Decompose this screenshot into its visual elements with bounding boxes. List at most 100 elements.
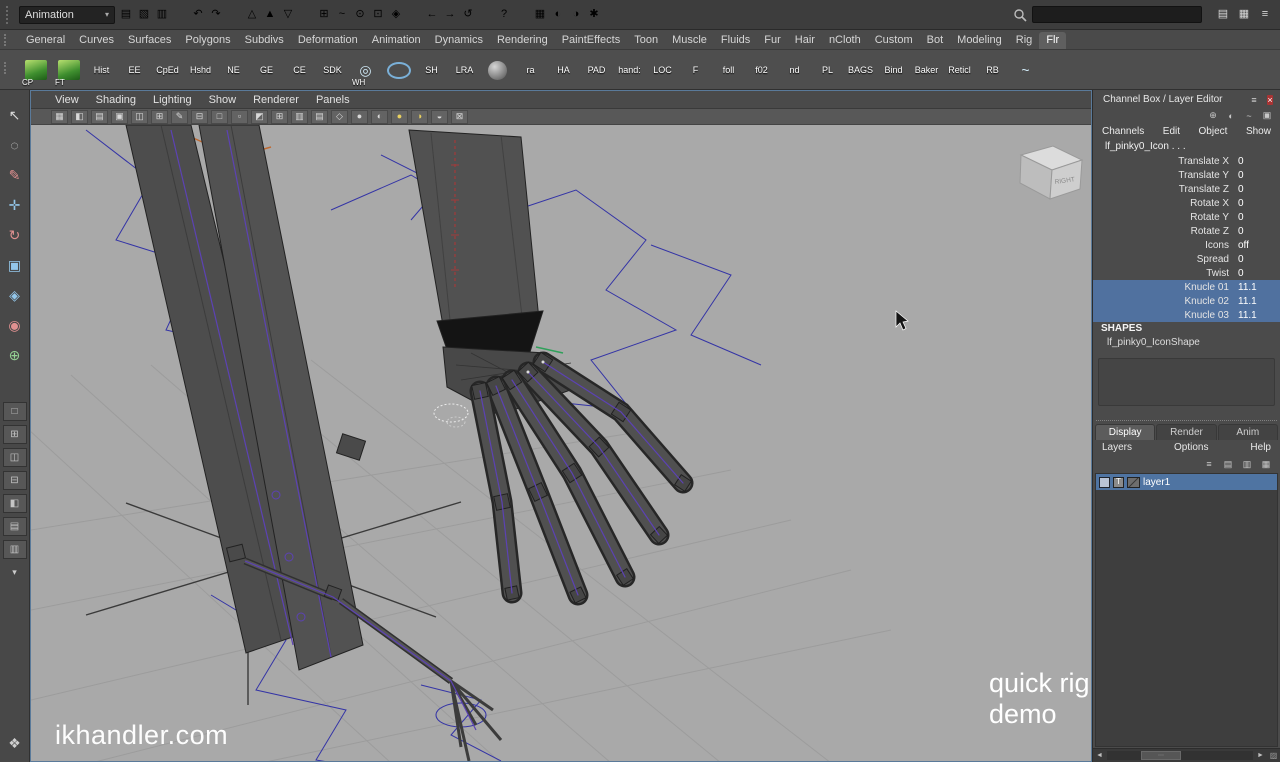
layout-menu-arrow-icon[interactable]: ▾ xyxy=(12,567,17,578)
channel-attribute-value[interactable]: 0 xyxy=(1238,170,1262,181)
shelf-item[interactable]: hand: xyxy=(613,52,646,88)
command-line-input[interactable] xyxy=(1032,6,1202,23)
shelf-item[interactable] xyxy=(382,52,415,88)
layer-visibility-checkbox[interactable] xyxy=(1099,476,1110,488)
channel-attribute-value[interactable]: 0 xyxy=(1238,198,1262,209)
shelf-tab[interactable]: Fur xyxy=(757,32,788,49)
shelf-tab[interactable]: Flr xyxy=(1039,32,1067,49)
layer-color-swatch[interactable] xyxy=(1127,476,1140,488)
view-cube[interactable]: RIGHT xyxy=(1019,145,1084,200)
scroll-right-arrow-icon[interactable]: ► xyxy=(1254,752,1267,759)
shelf-item[interactable]: Bind xyxy=(877,52,910,88)
layer-editor-tab[interactable]: Anim xyxy=(1217,424,1278,440)
resize-grip-icon[interactable]: ▨ xyxy=(1267,751,1280,760)
select-component-mode-icon[interactable]: ▽ xyxy=(279,6,297,24)
channel-attribute-row[interactable]: Translate Z 0 xyxy=(1093,182,1280,196)
shelf-tab[interactable]: General xyxy=(19,32,72,49)
shadows-icon[interactable]: ◑ xyxy=(411,109,428,124)
panel-menu-item[interactable]: Show xyxy=(209,94,237,106)
construction-history-icon[interactable]: ↺ xyxy=(459,6,477,24)
separator[interactable] xyxy=(297,6,315,24)
panel-menu-icon[interactable]: ≡ xyxy=(1256,6,1274,24)
snap-to-plane-icon[interactable]: ⊡ xyxy=(369,6,387,24)
shaded-mode-icon[interactable]: ● xyxy=(351,109,368,124)
render-settings-icon[interactable]: ✱ xyxy=(585,6,603,24)
help-icon[interactable]: ? xyxy=(495,6,513,24)
save-scene-icon[interactable]: ▥ xyxy=(153,6,171,24)
channel-attribute-value[interactable]: 0 xyxy=(1238,254,1262,265)
select-hierarchy-mode-icon[interactable]: △ xyxy=(243,6,261,24)
render-view-icon[interactable]: ▦ xyxy=(531,6,549,24)
channel-object-name[interactable]: lf_pinky0_Icon . . . xyxy=(1093,139,1280,154)
persp-outliner-layout-button[interactable]: ◧ xyxy=(2,494,27,513)
shelf-item[interactable]: foll xyxy=(712,52,745,88)
shelf-tab[interactable]: Custom xyxy=(868,32,920,49)
channel-attribute-row[interactable]: Knucle 02 11.1 xyxy=(1093,294,1280,308)
panel-menu-item[interactable]: Panels xyxy=(316,94,350,106)
panel-menu-item[interactable]: Renderer xyxy=(253,94,299,106)
channel-attribute-row[interactable]: Rotate X 0 xyxy=(1093,196,1280,210)
shelf-item[interactable]: CP xyxy=(19,52,52,88)
rotate-manipulator[interactable] xyxy=(433,403,469,428)
shelf-item[interactable]: CpEd xyxy=(151,52,184,88)
panel-menu-item[interactable]: Lighting xyxy=(153,94,192,106)
grid-toggle-icon[interactable]: ⊟ xyxy=(191,109,208,124)
new-empty-layer-icon[interactable]: ▤ xyxy=(1221,458,1235,470)
channel-attribute-value[interactable]: off xyxy=(1238,240,1262,251)
move-tool[interactable]: ✛ xyxy=(4,194,26,216)
shelf-item[interactable]: EE xyxy=(118,52,151,88)
redo-icon[interactable]: ↷ xyxy=(207,6,225,24)
shelf-item[interactable]: f02 xyxy=(745,52,778,88)
ui-elements-toggle-icon[interactable]: ▤ xyxy=(1214,6,1232,24)
shelf-tab[interactable]: Toon xyxy=(627,32,665,49)
shelf-item[interactable] xyxy=(481,52,514,88)
scroll-left-arrow-icon[interactable]: ◄ xyxy=(1093,752,1106,759)
shelf-tab-grip[interactable] xyxy=(4,34,15,46)
layer-sort-icon[interactable]: ≡ xyxy=(1202,458,1216,470)
isolate-select-icon[interactable]: ⊠ xyxy=(451,109,468,124)
paint-select-tool[interactable]: ✎ xyxy=(4,164,26,186)
shelf-item[interactable]: SDK xyxy=(316,52,349,88)
field-chart-icon[interactable]: ⊞ xyxy=(271,109,288,124)
shape-name[interactable]: lf_pinky0_IconShape xyxy=(1093,336,1280,350)
shelf-item[interactable]: F xyxy=(679,52,712,88)
channel-box-menu-item[interactable]: Edit xyxy=(1163,126,1180,137)
wireframe-mode-icon[interactable]: ◇ xyxy=(331,109,348,124)
channel-speed-icon[interactable]: ◐ xyxy=(1224,110,1238,122)
shelf-item[interactable]: LRA xyxy=(448,52,481,88)
separator[interactable] xyxy=(171,6,189,24)
shelf-item[interactable]: Hist xyxy=(85,52,118,88)
shelf-item[interactable]: GE xyxy=(250,52,283,88)
channel-attribute-value[interactable]: 0 xyxy=(1238,184,1262,195)
channel-attribute-row[interactable]: Knucle 03 11.1 xyxy=(1093,308,1280,322)
bookmark-icon[interactable]: ▣ xyxy=(111,109,128,124)
shelf-item[interactable]: Baker xyxy=(910,52,943,88)
channel-attribute-value[interactable]: 0 xyxy=(1238,268,1262,279)
new-render-layer-icon[interactable]: ▦ xyxy=(1259,458,1273,470)
channel-attribute-row[interactable]: Spread 0 xyxy=(1093,252,1280,266)
shelf-tab[interactable]: Dynamics xyxy=(428,32,490,49)
four-pane-layout-button[interactable]: ⊞ xyxy=(2,425,27,444)
safe-title-icon[interactable]: ▤ xyxy=(311,109,328,124)
channel-attribute-row[interactable]: Translate Y 0 xyxy=(1093,168,1280,182)
viewport-canvas[interactable]: RIGHT ikhandler.com quick rig demo xyxy=(31,125,1091,761)
scroll-handle[interactable]: ⋯ xyxy=(1141,751,1181,760)
universal-manipulator-tool[interactable]: ◈ xyxy=(4,284,26,306)
close-panel-icon[interactable]: × xyxy=(1263,94,1277,106)
shelf-item[interactable]: ra xyxy=(514,52,547,88)
shelf-tab[interactable]: Surfaces xyxy=(121,32,178,49)
shelf-tab[interactable]: Rig xyxy=(1009,32,1040,49)
render-current-frame-icon[interactable]: ◐ xyxy=(549,6,567,24)
new-layer-from-selected-icon[interactable]: ▥ xyxy=(1240,458,1254,470)
snap-to-point-icon[interactable]: ⊙ xyxy=(351,6,369,24)
channel-box-menu-item[interactable]: Show xyxy=(1246,126,1271,137)
shelf-item[interactable]: Hshd xyxy=(184,52,217,88)
lock-camera-icon[interactable]: ◧ xyxy=(71,109,88,124)
shelf-item[interactable]: FT xyxy=(52,52,85,88)
paw-icon[interactable]: ❖ xyxy=(8,735,21,752)
shelf-tab[interactable]: Hair xyxy=(788,32,822,49)
shelf-tab[interactable]: Polygons xyxy=(178,32,237,49)
separator[interactable] xyxy=(225,6,243,24)
two-pane-stacked-layout-button[interactable]: ⊟ xyxy=(2,471,27,490)
shelf-item[interactable]: ~ xyxy=(1009,52,1042,88)
